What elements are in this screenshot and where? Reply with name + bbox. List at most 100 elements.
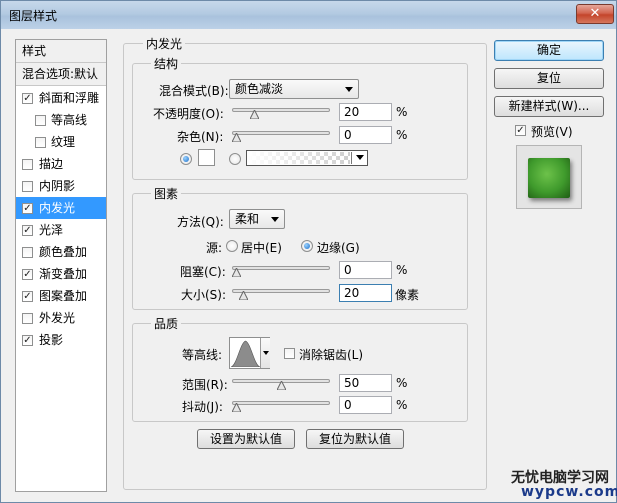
size-slider-thumb[interactable]: [239, 291, 249, 300]
range-unit: %: [396, 376, 408, 390]
sidebar-item-label: 混合选项:默认: [22, 67, 99, 81]
checkbox-outer-glow[interactable]: [22, 313, 33, 324]
sidebar-item-label: 光泽: [39, 223, 64, 237]
watermark-url: wypcw.com: [521, 484, 617, 500]
panel-title: 内发光: [143, 35, 186, 52]
reset-button[interactable]: 复位: [494, 68, 604, 89]
jitter-label: 抖动(J):: [182, 400, 223, 414]
sidebar-item-inner-shadow[interactable]: 内阴影: [16, 175, 106, 197]
blend-mode-label: 混合模式(B):: [159, 84, 229, 98]
style-list-header-label: 样式: [22, 44, 47, 58]
antialias-checkbox[interactable]: [284, 348, 295, 359]
checkbox-drop-shadow[interactable]: ✓: [22, 335, 33, 346]
sidebar-item-color-overlay[interactable]: 颜色叠加: [16, 241, 106, 263]
sidebar-item-bevel-emboss[interactable]: ✓ 斜面和浮雕: [16, 87, 106, 109]
ok-button[interactable]: 确定: [494, 40, 604, 61]
sidebar-item-stroke[interactable]: 描边: [16, 153, 106, 175]
sidebar-item-texture[interactable]: 纹理: [16, 131, 106, 153]
sidebar-item-label: 描边: [39, 157, 64, 171]
noise-unit: %: [396, 128, 408, 142]
gradient-preview: [248, 152, 350, 164]
preview-swatch: [528, 158, 570, 198]
source-edge-radio[interactable]: [301, 240, 313, 252]
range-label: 范围(R):: [182, 378, 228, 392]
sidebar-item-label: 等高线: [51, 113, 88, 127]
glow-color-swatch[interactable]: [198, 149, 215, 166]
sidebar-item-label: 斜面和浮雕: [39, 91, 100, 105]
contour-preview-icon: [231, 340, 260, 367]
sidebar-item-label: 图案叠加: [39, 289, 88, 303]
checkbox-satin[interactable]: ✓: [22, 225, 33, 236]
style-list: 样式 混合选项:默认 ✓ 斜面和浮雕 等高线 纹理 描边 内阴影 ✓ 内发光 ✓…: [15, 39, 107, 492]
sidebar-item-label: 投影: [39, 333, 64, 347]
noise-slider-thumb[interactable]: [232, 133, 241, 142]
choke-input[interactable]: 0: [339, 261, 392, 279]
make-default-button[interactable]: 设置为默认值: [197, 429, 295, 449]
checkbox-texture[interactable]: [35, 137, 46, 148]
title-bar: 图层样式 ✕: [1, 1, 616, 29]
style-list-header[interactable]: 样式: [16, 40, 106, 63]
choke-slider-track[interactable]: [232, 266, 330, 270]
blend-mode-select[interactable]: 颜色减淡: [229, 79, 359, 99]
jitter-input[interactable]: 0: [339, 396, 392, 414]
source-center-radio[interactable]: [226, 240, 238, 252]
gradient-radio[interactable]: [229, 153, 241, 165]
sidebar-item-drop-shadow[interactable]: ✓ 投影: [16, 329, 106, 351]
sidebar-item-label: 颜色叠加: [39, 245, 88, 259]
size-label: 大小(S):: [181, 288, 227, 302]
style-preview: [516, 145, 582, 209]
contour-picker[interactable]: [229, 337, 270, 369]
opacity-slider-thumb[interactable]: [249, 110, 259, 119]
sidebar-item-label: 外发光: [39, 311, 76, 325]
jitter-slider-track[interactable]: [232, 401, 330, 405]
choke-unit: %: [396, 263, 408, 277]
method-value: 柔和: [235, 212, 260, 226]
checkbox-color-overlay[interactable]: [22, 247, 33, 258]
source-center-label: 居中(E): [241, 241, 282, 255]
range-input[interactable]: 50: [339, 374, 392, 392]
gradient-dropdown[interactable]: [351, 152, 367, 164]
close-button[interactable]: ✕: [576, 4, 614, 24]
noise-input[interactable]: 0: [339, 126, 392, 144]
noise-label: 杂色(N):: [177, 130, 224, 144]
choke-label: 阻塞(C):: [180, 265, 226, 279]
source-label: 源:: [206, 241, 223, 255]
range-slider-thumb[interactable]: [276, 381, 286, 390]
sidebar-item-blending-options[interactable]: 混合选项:默认: [16, 63, 106, 86]
opacity-input[interactable]: 20: [339, 103, 392, 121]
reset-default-button[interactable]: 复位为默认值: [306, 429, 404, 449]
opacity-slider-track[interactable]: [232, 108, 330, 112]
checkbox-gradient-overlay[interactable]: ✓: [22, 269, 33, 280]
new-style-button[interactable]: 新建样式(W)...: [494, 96, 604, 117]
preview-checkbox[interactable]: ✓: [515, 125, 526, 136]
sidebar-item-label: 纹理: [51, 135, 76, 149]
checkbox-stroke[interactable]: [22, 159, 33, 170]
opacity-label: 不透明度(O):: [153, 107, 224, 121]
quality-group-title: 品质: [151, 315, 182, 332]
jitter-slider-thumb[interactable]: [232, 403, 241, 412]
checkbox-inner-glow[interactable]: ✓: [22, 203, 33, 214]
checkbox-bevel-emboss[interactable]: ✓: [22, 93, 33, 104]
gradient-picker[interactable]: [246, 150, 368, 166]
elements-group-title: 图素: [151, 185, 182, 202]
sidebar-item-pattern-overlay[interactable]: ✓ 图案叠加: [16, 285, 106, 307]
sidebar-item-outer-glow[interactable]: 外发光: [16, 307, 106, 329]
checkbox-contour[interactable]: [35, 115, 46, 126]
size-input[interactable]: 20: [339, 284, 392, 302]
method-label: 方法(Q):: [177, 215, 224, 229]
noise-slider-track[interactable]: [232, 131, 330, 135]
checkbox-pattern-overlay[interactable]: ✓: [22, 291, 33, 302]
sidebar-item-contour[interactable]: 等高线: [16, 109, 106, 131]
solid-color-radio[interactable]: [180, 153, 192, 165]
choke-slider-thumb[interactable]: [232, 268, 241, 277]
method-select[interactable]: 柔和: [229, 209, 285, 229]
sidebar-item-satin[interactable]: ✓ 光泽: [16, 219, 106, 241]
contour-label: 等高线:: [182, 348, 223, 362]
sidebar-item-inner-glow[interactable]: ✓ 内发光: [16, 197, 106, 219]
jitter-unit: %: [396, 398, 408, 412]
contour-dropdown[interactable]: [260, 338, 270, 368]
layer-style-dialog: 图层样式 ✕ 样式 混合选项:默认 ✓ 斜面和浮雕 等高线 纹理 描边 内阴影: [0, 0, 617, 503]
sidebar-item-label: 渐变叠加: [39, 267, 88, 281]
sidebar-item-gradient-overlay[interactable]: ✓ 渐变叠加: [16, 263, 106, 285]
checkbox-inner-shadow[interactable]: [22, 181, 33, 192]
